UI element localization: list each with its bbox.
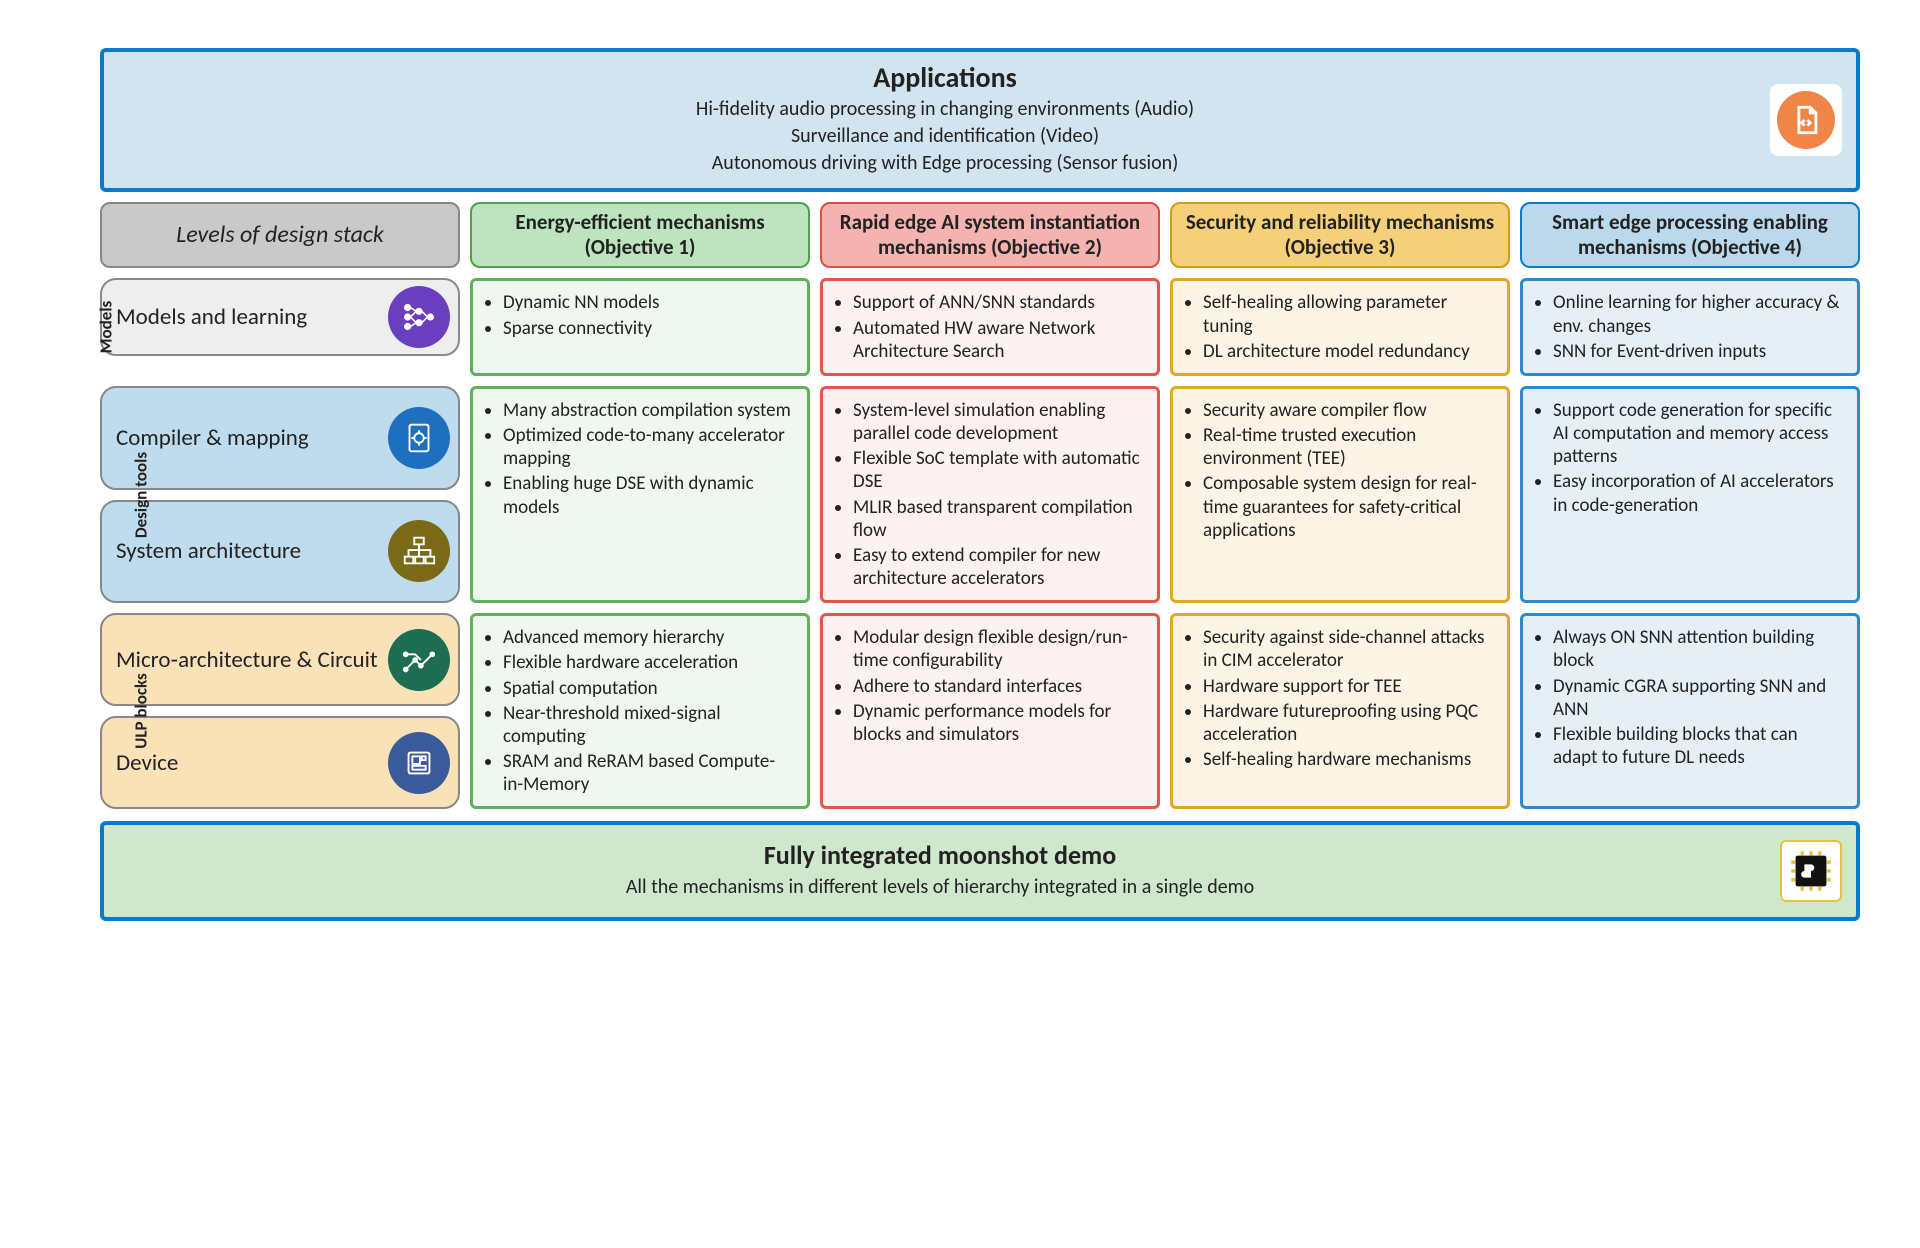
bullet-item: Online learning for higher accuracy & en… [1553, 291, 1845, 337]
code-document-icon [1770, 84, 1842, 156]
bullet-item: Self-healing allowing parameter tuning [1203, 291, 1495, 337]
bullet-item: Dynamic CGRA supporting SNN and ANN [1553, 675, 1845, 721]
cell-tools-obj1: Many abstraction compilation systemOptim… [470, 386, 810, 603]
stage-label-ulp: ULP blocks [131, 616, 152, 806]
bullet-item: Flexible building blocks that can adapt … [1553, 723, 1845, 769]
row-tools-left: Design tools Compiler & mapping System a… [100, 386, 460, 603]
bullet-item: Composable system design for real-time g… [1203, 472, 1495, 542]
bullet-item: Hardware support for TEE [1203, 675, 1495, 698]
bullet-item: Near-threshold mixed-signal computing [503, 702, 795, 748]
cell-models-obj3: Self-healing allowing parameter tuning DL… [1170, 278, 1510, 376]
stage-label-models: Models [96, 267, 117, 387]
puzzle-chip-icon [1780, 840, 1842, 902]
bullet-item: Sparse connectivity [503, 317, 795, 340]
bullet-item: Advanced memory hierarchy [503, 626, 795, 649]
bullet-item: Real-time trusted execution environment … [1203, 424, 1495, 470]
bullet-item: Adhere to standard interfaces [853, 675, 1145, 698]
row-ulp-left: ULP blocks Micro‑architecture & Circuit … [100, 613, 460, 809]
cell-ulp-obj3: Security against side-channel attacks in… [1170, 613, 1510, 809]
level-models-learning: Models and learning [100, 278, 460, 356]
hierarchy-icon [388, 520, 450, 582]
cell-ulp-obj2: Modular design flexible design/run-time … [820, 613, 1160, 809]
header-obj3: Security and reliability mechanisms (Obj… [1170, 202, 1510, 268]
bullet-item: SNN for Event-driven inputs [1553, 340, 1845, 363]
stage-label-tools: Design tools [131, 400, 152, 590]
cell-tools-obj4: Support code generation for specific AI … [1520, 386, 1860, 603]
bullet-item: DL architecture model redundancy [1203, 340, 1495, 363]
level-microarch-circuit: Micro‑architecture & Circuit [100, 613, 460, 706]
bullet-item: Enabling huge DSE with dynamic models [503, 472, 795, 518]
bullet-item: Always ON SNN attention building block [1553, 626, 1845, 672]
matrix-grid: Levels of design stack Energy-efficient … [100, 202, 1860, 809]
gear-document-icon [388, 407, 450, 469]
bullet-item: MLIR based transparent compilation flow [853, 496, 1145, 542]
applications-line: Hi-fidelity audio processing in changing… [124, 97, 1766, 122]
bullet-item: Dynamic performance models for blocks an… [853, 700, 1145, 746]
applications-line: Surveillance and identification (Video) [124, 124, 1766, 149]
bullet-item: Easy incorporation of AI accelerators in… [1553, 470, 1845, 516]
level-system-architecture: System architecture [100, 500, 460, 604]
bullet-item: SRAM and ReRAM based Compute-in-Memory [503, 750, 795, 796]
demo-sub: All the mechanisms in different levels o… [124, 875, 1756, 899]
bullet-item: Modular design flexible design/run-time … [853, 626, 1145, 672]
cell-ulp-obj1: Advanced memory hierarchyFlexible hardwa… [470, 613, 810, 809]
bullet-item: Security aware compiler flow [1203, 399, 1495, 422]
header-obj4: Smart edge processing enabling mechanism… [1520, 202, 1860, 268]
bullet-item: Flexible SoC template with automatic DSE [853, 447, 1145, 493]
bullet-item: Easy to extend compiler for new architec… [853, 544, 1145, 590]
cell-models-obj1: Dynamic NN models Sparse connectivity [470, 278, 810, 376]
bullet-item: Automated HW aware Network Architecture … [853, 317, 1145, 363]
bullet-item: Optimized code-to-many accelerator mappi… [503, 424, 795, 470]
demo-title: Fully integrated moonshot demo [124, 839, 1756, 871]
bullet-item: Support code generation for specific AI … [1553, 399, 1845, 469]
level-label: Models and learning [116, 303, 307, 331]
level-label: Micro‑architecture & Circuit [116, 646, 378, 674]
row-models-left: Models Models and learning [100, 278, 460, 376]
level-device: Device [100, 716, 460, 809]
bullet-item: Support of ANN/SNN standards [853, 291, 1145, 314]
bullet-item: System-level simulation enabling paralle… [853, 399, 1145, 445]
bullet-item: Flexible hardware acceleration [503, 651, 795, 674]
cell-tools-obj3: Security aware compiler flowReal-time tr… [1170, 386, 1510, 603]
header-obj2: Rapid edge AI system instantiation mecha… [820, 202, 1160, 268]
bullet-item: Hardware futureproofing using PQC accele… [1203, 700, 1495, 746]
header-levels: Levels of design stack [100, 202, 460, 268]
applications-title: Applications [124, 60, 1766, 95]
level-compiler-mapping: Compiler & mapping [100, 386, 460, 490]
bullet-item: Dynamic NN models [503, 291, 795, 314]
cell-ulp-obj4: Always ON SNN attention building blockDy… [1520, 613, 1860, 809]
bullet-item: Self-healing hardware mechanisms [1203, 748, 1495, 771]
cell-tools-obj2: System-level simulation enabling paralle… [820, 386, 1160, 603]
applications-line: Autonomous driving with Edge processing … [124, 151, 1766, 176]
cell-models-obj2: Support of ANN/SNN standards Automated HW… [820, 278, 1160, 376]
bullet-item: Security against side-channel attacks in… [1203, 626, 1495, 672]
applications-banner: Applications Hi-fidelity audio processin… [100, 48, 1860, 192]
chip-icon [388, 732, 450, 794]
bullet-item: Many abstraction compilation system [503, 399, 795, 422]
demo-banner: Fully integrated moonshot demo All the m… [100, 821, 1860, 921]
bullet-item: Spatial computation [503, 677, 795, 700]
circuit-icon [388, 629, 450, 691]
neural-net-icon [388, 286, 450, 348]
cell-models-obj4: Online learning for higher accuracy & en… [1520, 278, 1860, 376]
header-obj1: Energy-efficient mechanisms (Objective 1… [470, 202, 810, 268]
